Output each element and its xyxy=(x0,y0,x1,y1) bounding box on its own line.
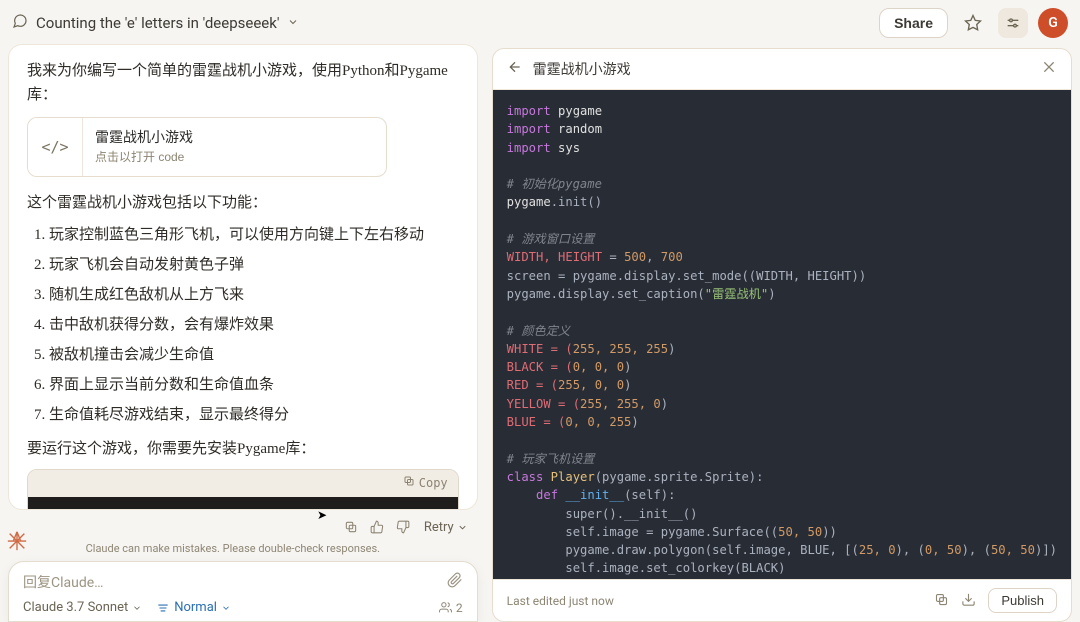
chat-bubble-icon xyxy=(12,13,28,33)
style-label: Normal xyxy=(174,600,217,615)
panel-title: 雷霆战机小游戏 xyxy=(533,59,1031,79)
conversation-title: Counting the 'e' letters in 'deepseeek' xyxy=(36,14,279,32)
features-heading: 这个雷霆战机小游戏包括以下功能： xyxy=(27,191,459,215)
participants-count: 2 xyxy=(456,601,463,615)
style-selector[interactable]: Normal xyxy=(156,600,231,615)
avatar[interactable]: G xyxy=(1038,8,1068,38)
back-arrow-icon[interactable] xyxy=(507,59,523,79)
list-item: 生命值耗尽游戏结束，显示最终得分 xyxy=(49,403,459,427)
chevron-down-icon xyxy=(287,14,299,32)
composer-input[interactable]: 回复Claude… xyxy=(23,572,104,592)
code-icon: </> xyxy=(28,118,83,176)
copy-icon[interactable] xyxy=(934,592,949,610)
conversation-title-area[interactable]: Counting the 'e' letters in 'deepseeek' xyxy=(12,13,299,33)
publish-button[interactable]: Publish xyxy=(988,588,1057,613)
close-icon[interactable] xyxy=(1041,59,1057,79)
share-button[interactable]: Share xyxy=(879,8,948,38)
settings-sliders-icon[interactable] xyxy=(998,8,1028,38)
features-list: 玩家控制蓝色三角形飞机，可以使用方向键上下左右移动 玩家飞机会自动发射黄色子弹 … xyxy=(49,223,459,427)
list-item: 随机生成红色敌机从上方飞来 xyxy=(49,283,459,307)
artifact-title: 雷霆战机小游戏 xyxy=(95,126,193,148)
list-item: 击中敌机获得分数，会有爆炸效果 xyxy=(49,313,459,337)
assistant-intro-text: 我来为你编写一个简单的雷霆战机小游戏，使用Python和Pygame库： xyxy=(27,59,459,107)
composer: 回复Claude… Claude 3.7 Sonnet Normal 2 xyxy=(8,561,478,622)
model-selector[interactable]: Claude 3.7 Sonnet xyxy=(23,600,142,615)
code-editor[interactable]: import pygame import random import sys #… xyxy=(493,90,1071,579)
thumbs-up-icon[interactable] xyxy=(366,516,388,538)
list-item: 玩家飞机会自动发射黄色子弹 xyxy=(49,253,459,277)
copy-icon[interactable] xyxy=(340,516,362,538)
attachment-icon[interactable] xyxy=(447,572,463,592)
assistant-message: 我来为你编写一个简单的雷霆战机小游戏，使用Python和Pygame库： </>… xyxy=(8,44,478,510)
install-heading: 要运行这个游戏，你需要先安装Pygame库： xyxy=(27,437,459,461)
message-actions: Retry xyxy=(8,516,478,538)
install-command: pip install pygame xyxy=(28,497,458,510)
code-panel: 雷霆战机小游戏 import pygame import random impo… xyxy=(492,48,1072,622)
thumbs-down-icon[interactable] xyxy=(392,516,414,538)
copy-button[interactable]: Copy xyxy=(419,474,448,493)
list-item: 玩家控制蓝色三角形飞机，可以使用方向键上下左右移动 xyxy=(49,223,459,247)
top-actions: Share G xyxy=(879,8,1068,38)
last-edited-status: Last edited just now xyxy=(507,594,614,608)
model-name: Claude 3.7 Sonnet xyxy=(23,600,128,615)
copy-icon[interactable] xyxy=(403,474,415,493)
code-block: Copy pip install pygame xyxy=(27,469,459,510)
participants-indicator[interactable]: 2 xyxy=(439,601,463,615)
download-icon[interactable] xyxy=(961,592,976,610)
retry-label: Retry xyxy=(424,520,454,535)
sparkle-icon xyxy=(6,530,28,556)
artifact-card[interactable]: </> 雷霆战机小游戏 点击以打开 code xyxy=(27,117,387,177)
artifact-subtitle: 点击以打开 code xyxy=(95,148,193,167)
star-icon[interactable] xyxy=(958,8,988,38)
retry-button[interactable]: Retry xyxy=(418,518,474,537)
list-item: 界面上显示当前分数和生命值血条 xyxy=(49,373,459,397)
disclaimer-text: Claude can make mistakes. Please double-… xyxy=(8,542,458,555)
list-item: 被敌机撞击会减少生命值 xyxy=(49,343,459,367)
